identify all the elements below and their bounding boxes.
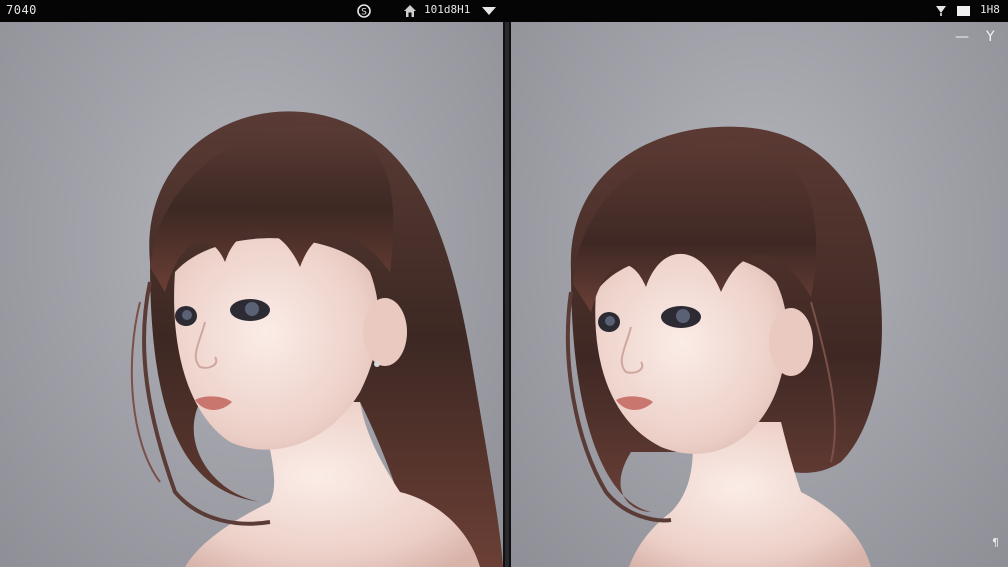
status-text: 101d8H1 [424,3,471,16]
battery-text: 1H8 [980,3,1000,16]
minimize-button[interactable]: — [955,29,969,45]
portrait-long-hair-image [130,111,503,567]
window-extra-button[interactable]: Y [986,29,995,45]
corner-mark: ¶ [992,536,999,549]
signal-icon [934,3,950,19]
status-bar: 7040 S 101d8H1 1H8 [0,0,1008,22]
clock-time: 7040 [6,3,37,17]
home-icon[interactable] [402,3,418,19]
svg-text:S: S [361,8,367,18]
battery-icon [956,4,972,20]
panel-divider[interactable] [503,22,511,567]
settings-icon[interactable]: S [356,3,372,19]
right-image-panel[interactable] [511,22,1008,567]
portrait-bob-hair-image [565,126,882,567]
wifi-dropdown-icon[interactable] [481,5,497,21]
left-image-panel[interactable] [0,22,503,567]
